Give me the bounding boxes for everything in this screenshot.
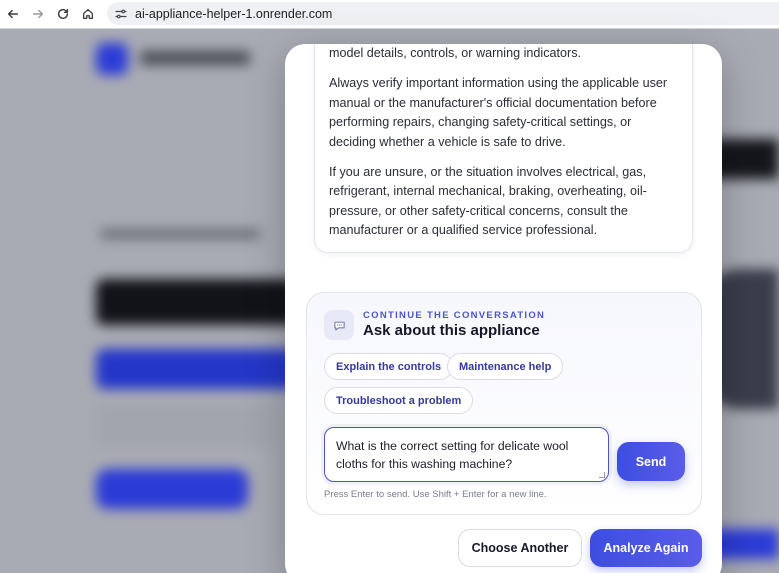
chip-troubleshoot[interactable]: Troubleshoot a problem bbox=[324, 387, 474, 414]
safety-info-card: model details, controls, or warning indi… bbox=[314, 44, 693, 253]
conversation-title: Ask about this appliance bbox=[363, 322, 540, 339]
bg-hero-accent bbox=[96, 349, 296, 389]
chip-explain-controls[interactable]: Explain the controls bbox=[324, 353, 454, 380]
conversation-eyebrow: CONTINUE THE CONVERSATION bbox=[363, 310, 546, 321]
info-paragraph: model details, controls, or warning indi… bbox=[329, 46, 581, 60]
bg-line bbox=[100, 229, 260, 239]
address-bar[interactable]: ai-appliance-helper-1.onrender.com bbox=[107, 2, 779, 25]
bg-logo-text bbox=[140, 51, 250, 65]
chip-maintenance-help[interactable]: Maintenance help bbox=[447, 353, 564, 380]
conversation-panel: CONTINUE THE CONVERSATION Ask about this… bbox=[306, 292, 702, 515]
result-modal: model details, controls, or warning indi… bbox=[285, 44, 722, 573]
info-paragraph: Always verify important information usin… bbox=[329, 76, 668, 149]
bg-cta bbox=[96, 469, 248, 509]
bg-hero-heading bbox=[96, 279, 296, 325]
home-icon[interactable] bbox=[78, 4, 98, 24]
browser-toolbar: ai-appliance-helper-1.onrender.com bbox=[0, 0, 779, 29]
back-arrow-icon[interactable] bbox=[3, 4, 23, 24]
reload-icon[interactable] bbox=[53, 4, 73, 24]
info-paragraph: If you are unsure, or the situation invo… bbox=[329, 165, 647, 238]
speech-bubble-icon bbox=[324, 310, 354, 340]
analyze-again-button[interactable]: Analyze Again bbox=[590, 529, 702, 567]
resize-handle-icon[interactable] bbox=[599, 472, 605, 478]
message-input[interactable]: What is the correct setting for delicate… bbox=[324, 427, 609, 482]
bg-logo bbox=[96, 43, 128, 75]
send-button[interactable]: Send bbox=[617, 442, 685, 481]
message-input-value: What is the correct setting for delicate… bbox=[336, 439, 569, 471]
input-hint: Press Enter to send. Use Shift + Enter f… bbox=[324, 489, 547, 500]
choose-another-button[interactable]: Choose Another bbox=[458, 529, 582, 567]
forward-arrow-icon[interactable] bbox=[28, 4, 48, 24]
url-text: ai-appliance-helper-1.onrender.com bbox=[135, 6, 333, 21]
site-settings-icon[interactable] bbox=[115, 8, 127, 20]
bg-paragraph bbox=[96, 409, 276, 449]
